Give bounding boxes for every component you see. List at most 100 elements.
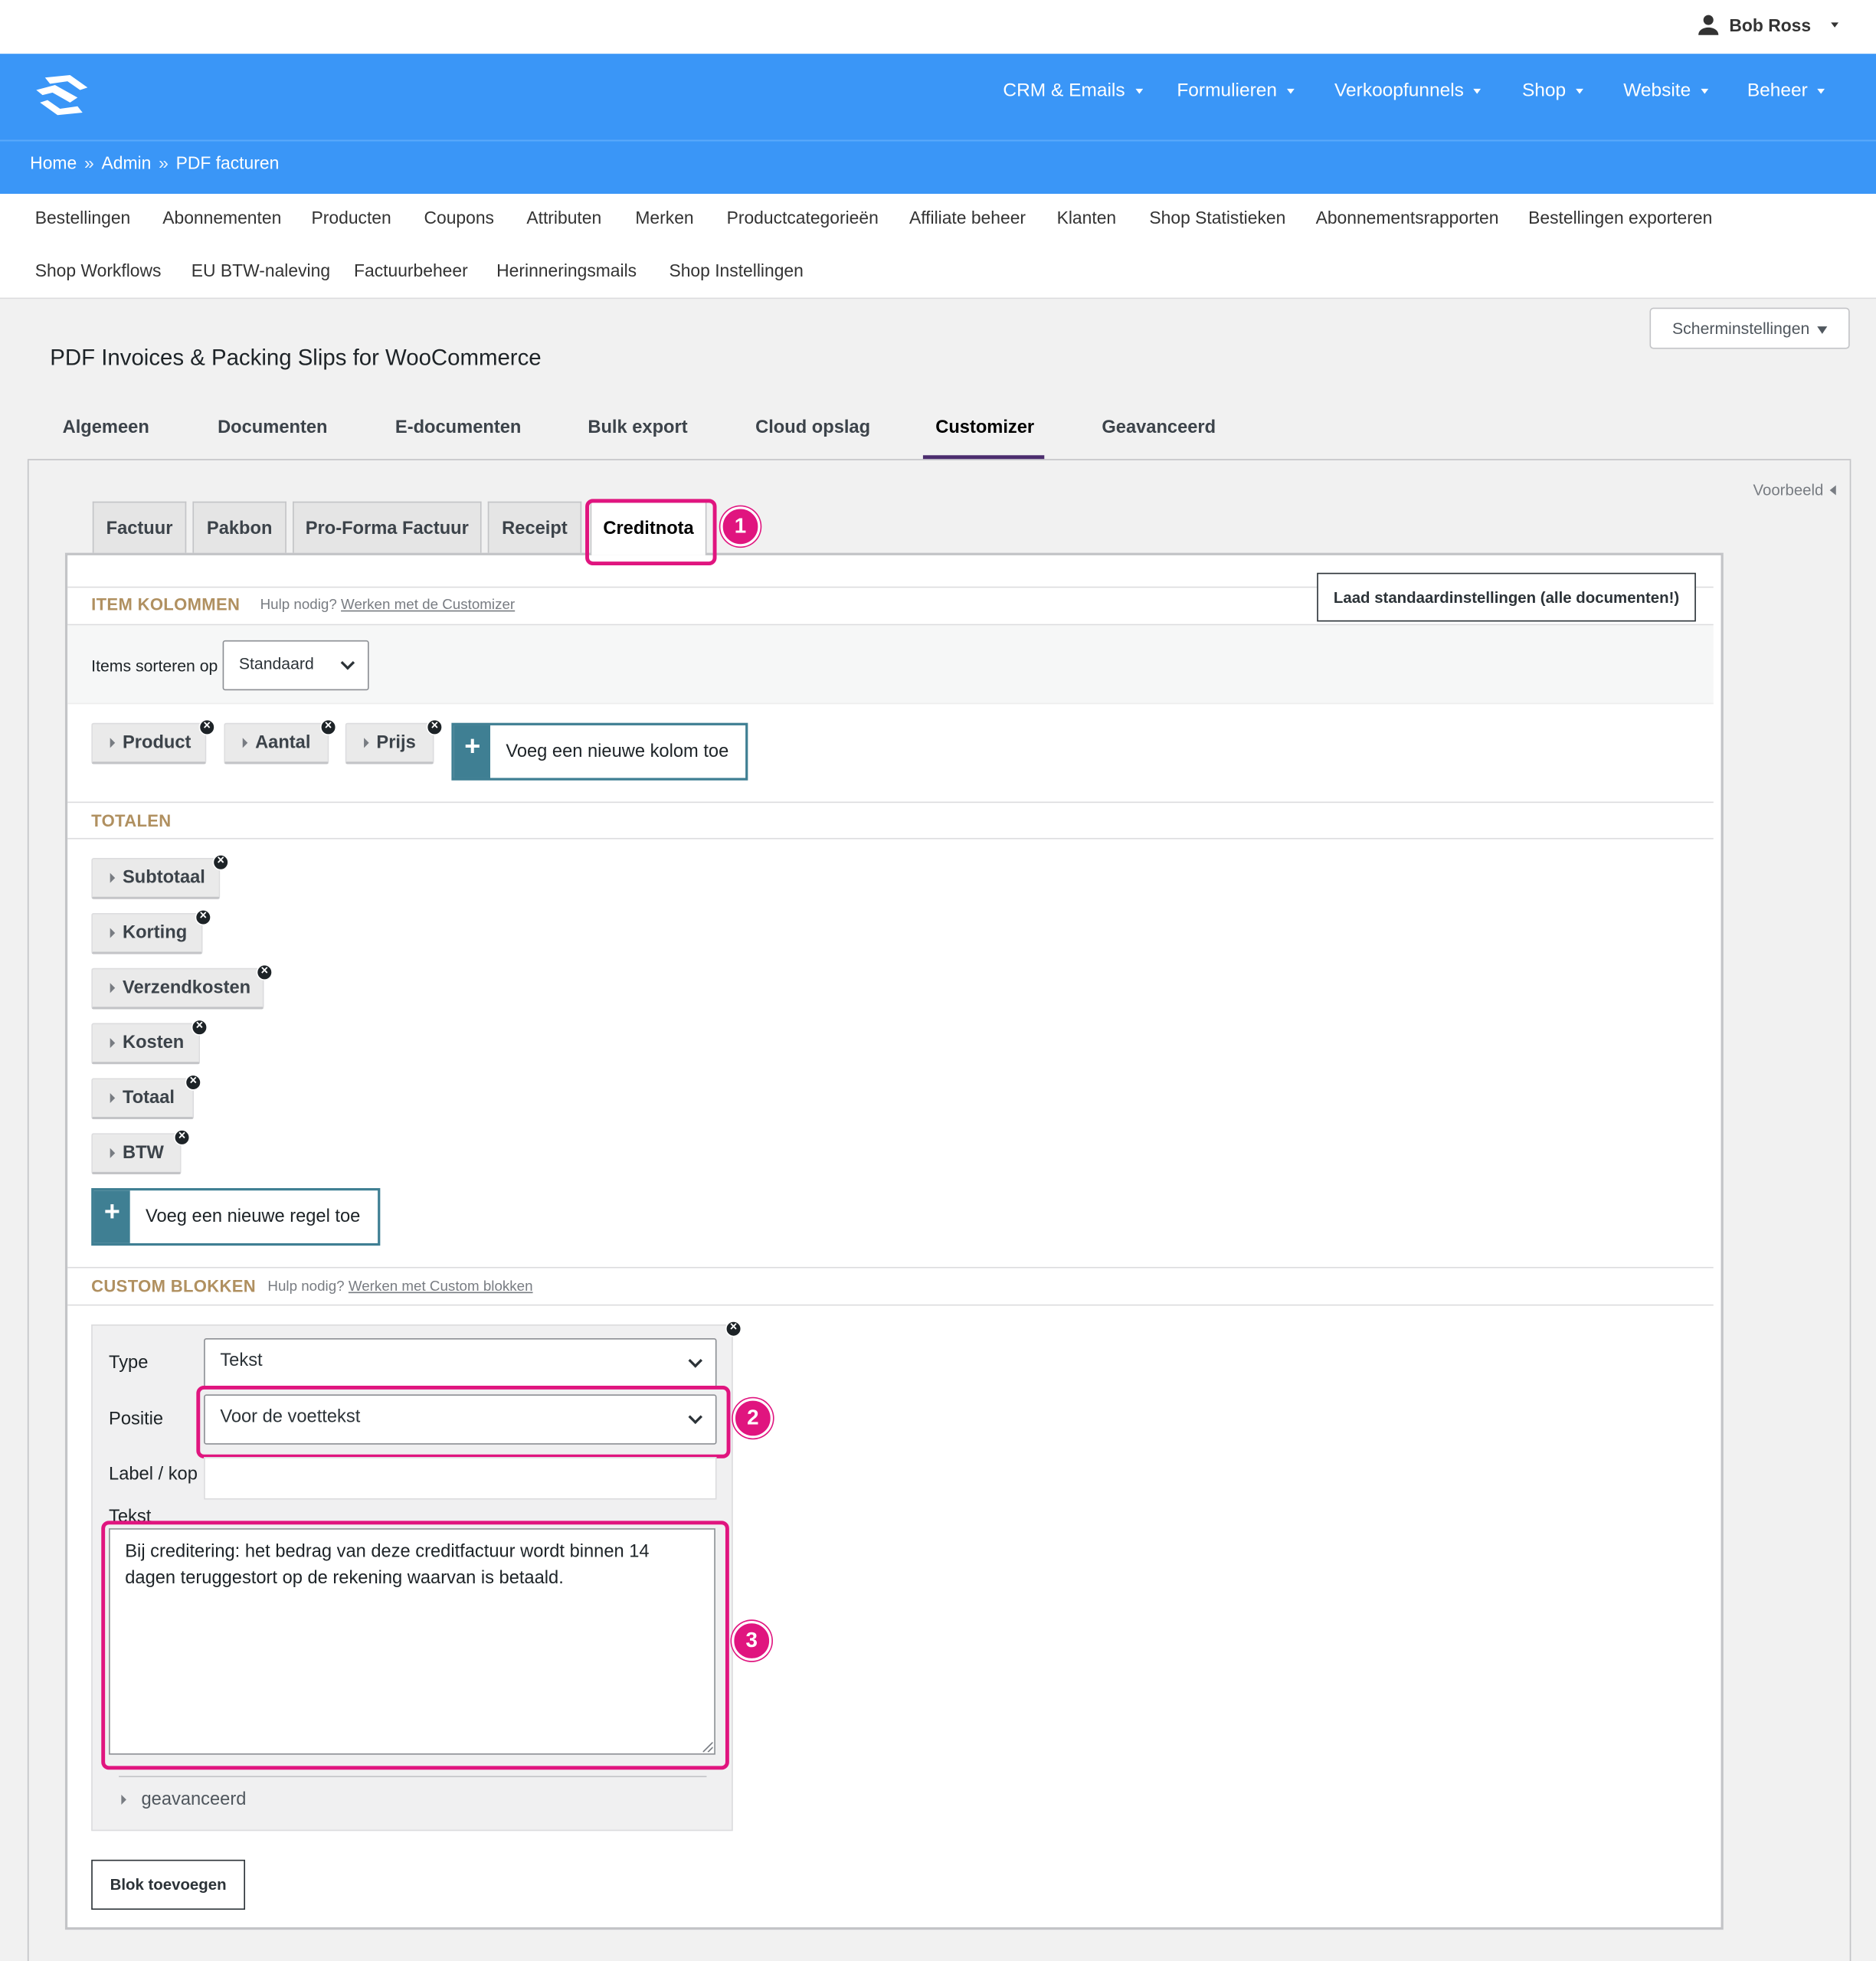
breadcrumb-current: PDF facturen <box>175 152 280 173</box>
remove-icon[interactable]: × <box>195 908 211 926</box>
advanced-toggle[interactable]: geavanceerd <box>121 1789 246 1809</box>
position-label: Positie <box>109 1409 164 1430</box>
help-text: Hulp nodig? Werken met Custom blokken <box>267 1279 532 1295</box>
nav-beheer[interactable]: Beheer <box>1747 80 1825 101</box>
total-chip-korting[interactable]: Korting <box>91 912 203 954</box>
help-text: Hulp nodig? Werken met de Customizer <box>260 597 516 613</box>
submenu-eu-btw[interactable]: EU BTW-naleving <box>192 260 330 280</box>
preview-toggle[interactable]: Voorbeeld <box>1753 482 1836 499</box>
nav-shop[interactable]: Shop <box>1522 80 1584 101</box>
remove-icon[interactable]: × <box>319 719 337 736</box>
submenu-herinneringsmails[interactable]: Herinneringsmails <box>496 260 637 280</box>
submenu-klanten[interactable]: Klanten <box>1057 208 1117 228</box>
submenu-productcategorieen[interactable]: Productcategorieën <box>727 208 879 228</box>
triangle-left-icon <box>1829 485 1836 496</box>
resize-handle-icon[interactable] <box>702 1742 713 1753</box>
total-chip-kosten[interactable]: Kosten <box>91 1023 201 1065</box>
main-nav <box>0 54 1876 140</box>
doc-tab-factuur[interactable]: Factuur <box>92 501 187 555</box>
remove-icon[interactable]: × <box>256 964 273 981</box>
add-column-box: + <box>451 722 748 781</box>
tab-e-documenten[interactable]: E-documenten <box>395 417 521 437</box>
doc-tab-pro-forma[interactable]: Pro-Forma Factuur <box>293 501 482 555</box>
breadcrumb-home[interactable]: Home <box>30 152 77 172</box>
help-link-customizer[interactable]: Werken met de Customizer <box>341 597 515 613</box>
submenu-coupons[interactable]: Coupons <box>424 208 494 228</box>
type-select[interactable]: Tekst <box>204 1337 717 1389</box>
submenu-shop-statistieken[interactable]: Shop Statistieken <box>1149 208 1285 228</box>
nav-crm-emails[interactable]: CRM & Emails <box>1003 80 1143 101</box>
remove-icon[interactable]: × <box>198 719 215 736</box>
remove-icon[interactable]: × <box>212 854 229 871</box>
tab-bulk-export[interactable]: Bulk export <box>588 417 687 437</box>
logo-icon[interactable] <box>32 70 95 126</box>
tab-documenten[interactable]: Documenten <box>218 417 327 437</box>
sort-select[interactable]: Standaard <box>222 640 369 691</box>
annotation-badge-2: 2 <box>732 1398 773 1439</box>
tab-geavanceerd[interactable]: Geavanceerd <box>1102 417 1216 437</box>
divider <box>67 837 1714 840</box>
triangle-right-icon <box>110 928 116 938</box>
submenu-shop-workflows[interactable]: Shop Workflows <box>35 260 162 280</box>
remove-icon[interactable]: × <box>426 719 443 736</box>
submenu-shop-instellingen[interactable]: Shop Instellingen <box>669 260 803 280</box>
user-menu[interactable]: Bob Ross <box>1697 14 1839 36</box>
add-total-box: + <box>91 1188 381 1246</box>
submenu-abonnementsrapporten[interactable]: Abonnementsrapporten <box>1316 208 1499 228</box>
total-label: Subtotaal <box>123 868 205 889</box>
submenu-bestellingen-exporteren[interactable]: Bestellingen exporteren <box>1528 208 1712 228</box>
submenu-bestellingen[interactable]: Bestellingen <box>35 208 131 228</box>
submenu-affiliate-beheer[interactable]: Affiliate beheer <box>909 208 1026 228</box>
tab-customizer[interactable]: Customizer <box>935 417 1034 437</box>
help-link-custom-blocks[interactable]: Werken met Custom blokken <box>349 1279 533 1295</box>
screen-options-button[interactable]: Scherminstellingen <box>1649 307 1850 349</box>
remove-icon[interactable]: × <box>173 1129 191 1146</box>
doc-tab-receipt[interactable]: Receipt <box>487 501 582 555</box>
remove-icon[interactable]: × <box>185 1074 201 1091</box>
label-kop-input[interactable] <box>204 1457 717 1500</box>
add-total-input[interactable] <box>130 1190 378 1243</box>
column-chip-product[interactable]: Product <box>91 722 207 764</box>
total-chip-verzendkosten[interactable]: Verzendkosten <box>91 967 264 1010</box>
triangle-right-icon <box>110 738 116 748</box>
doc-tab-creditnota[interactable]: Creditnota <box>590 501 707 555</box>
remove-block-icon[interactable]: × <box>725 1321 742 1337</box>
triangle-right-icon <box>121 1794 126 1805</box>
nav-formulieren[interactable]: Formulieren <box>1177 80 1295 101</box>
triangle-right-icon <box>110 1038 116 1049</box>
chevron-down-icon <box>1287 88 1295 94</box>
breadcrumb: Home » Admin » PDF facturen <box>30 152 279 172</box>
section-heading-item-kolommen: ITEM KOLOMMEN <box>91 595 241 614</box>
total-chip-totaal[interactable]: Totaal <box>91 1078 195 1120</box>
column-chip-aantal[interactable]: Aantal <box>224 722 329 764</box>
submenu-factuurbeheer[interactable]: Factuurbeheer <box>354 260 468 280</box>
remove-icon[interactable]: × <box>191 1019 208 1036</box>
submenu-producten[interactable]: Producten <box>312 208 391 228</box>
submenu-abonnementen[interactable]: Abonnementen <box>162 208 281 228</box>
tab-algemeen[interactable]: Algemeen <box>63 417 149 437</box>
add-column-input[interactable] <box>490 725 746 778</box>
text-area[interactable]: Bij creditering: het bedrag van deze cre… <box>109 1528 715 1755</box>
submenu-attributen[interactable]: Attributen <box>526 208 601 228</box>
type-value: Tekst <box>220 1350 263 1371</box>
user-name: Bob Ross <box>1729 15 1812 35</box>
nav-website[interactable]: Website <box>1623 80 1709 101</box>
position-select[interactable]: Voor de voettekst <box>204 1394 717 1445</box>
chevron-down-icon <box>1134 88 1143 94</box>
column-chip-prijs[interactable]: Prijs <box>345 722 434 764</box>
submenu-merken[interactable]: Merken <box>635 208 693 228</box>
plus-icon[interactable]: + <box>93 1190 131 1243</box>
doc-tab-pakbon[interactable]: Pakbon <box>192 501 286 555</box>
tab-cloud-opslag[interactable]: Cloud opslag <box>755 417 870 437</box>
divider <box>119 1776 707 1778</box>
sort-value: Standaard <box>238 653 314 673</box>
triangle-right-icon <box>242 738 248 748</box>
total-chip-subtotaal[interactable]: Subtotaal <box>91 858 221 899</box>
plus-icon[interactable]: + <box>453 725 491 778</box>
load-defaults-button[interactable]: Laad standaardinstellingen (alle documen… <box>1317 572 1696 622</box>
breadcrumb-admin[interactable]: Admin <box>102 152 152 172</box>
total-chip-btw[interactable]: BTW <box>91 1133 182 1175</box>
chevron-down-icon <box>1576 88 1584 94</box>
add-block-button[interactable]: Blok toevoegen <box>91 1859 246 1910</box>
nav-verkoopfunnels[interactable]: Verkoopfunnels <box>1334 80 1481 101</box>
